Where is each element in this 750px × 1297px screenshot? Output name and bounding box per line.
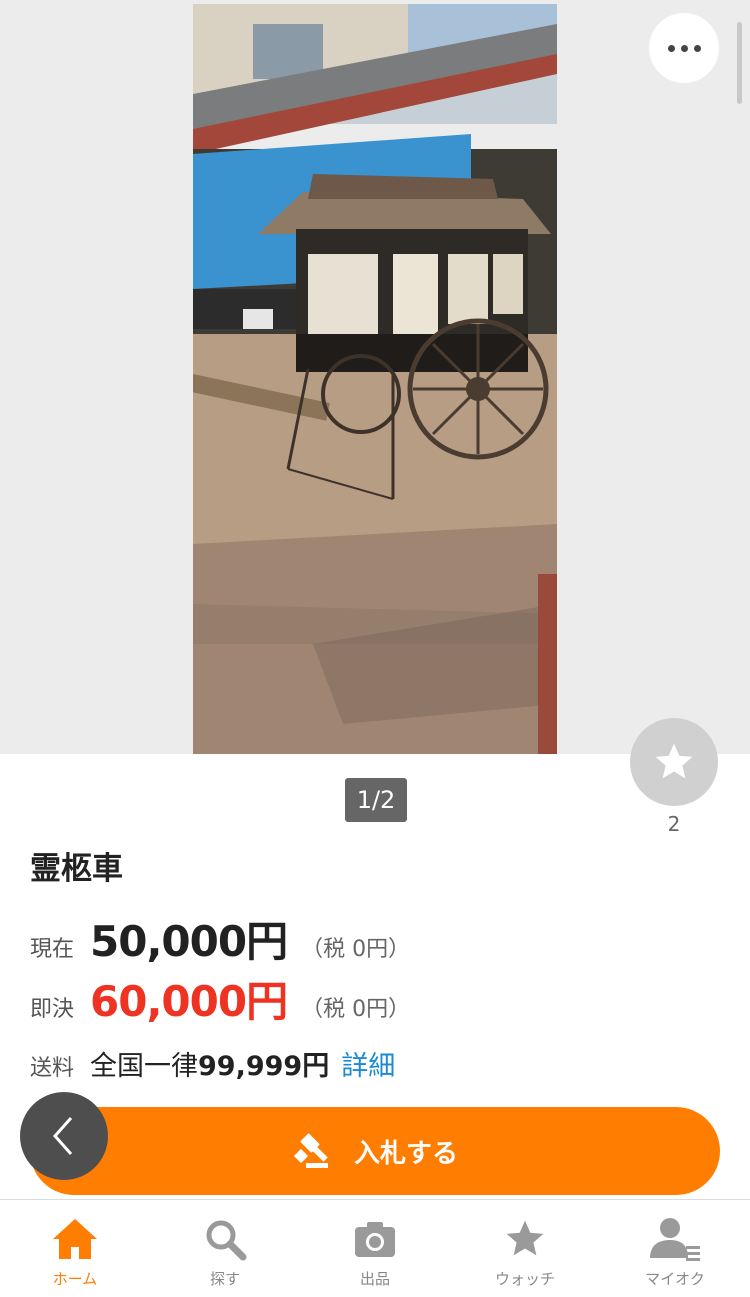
- current-price-row: 現在 50,000円 （税 0円）: [30, 908, 410, 969]
- bid-button[interactable]: 入札する: [30, 1107, 720, 1195]
- buynow-price-tax: （税 0円）: [301, 997, 411, 1022]
- back-button[interactable]: [20, 1092, 108, 1180]
- buynow-price-value: 60,000円: [90, 977, 288, 1026]
- star-icon: [655, 743, 693, 779]
- item-photo[interactable]: [193, 4, 557, 754]
- tab-home[interactable]: ホーム: [0, 1200, 150, 1297]
- tab-search[interactable]: 探す: [150, 1200, 300, 1297]
- shipping-label: 送料: [30, 1056, 75, 1081]
- tab-myauction[interactable]: マイオク: [600, 1200, 750, 1297]
- shipping-detail-link[interactable]: 詳細: [341, 1044, 395, 1083]
- image-counter: 1/2: [345, 778, 407, 822]
- tab-myauction-label: マイオク: [645, 1270, 705, 1288]
- camera-icon: [355, 1222, 395, 1257]
- tab-sell-label: 出品: [359, 1270, 390, 1288]
- star-icon: [506, 1220, 544, 1256]
- tab-watch-label: ウォッチ: [494, 1270, 555, 1288]
- current-price-tax: （税 0円）: [301, 937, 411, 962]
- tab-home-label: ホーム: [52, 1270, 98, 1288]
- bottom-tab-bar: ホーム 探す 出品 ウォッチ マイオク: [0, 1199, 750, 1297]
- more-options-button[interactable]: [649, 13, 719, 83]
- home-icon: [53, 1219, 97, 1259]
- more-dots-icon: [667, 44, 675, 52]
- shipping-value: 全国一律99,999円: [90, 1044, 329, 1083]
- search-icon: [206, 1220, 247, 1261]
- current-price-value: 50,000円: [90, 917, 288, 966]
- tab-sell[interactable]: 出品: [300, 1200, 450, 1297]
- shipping-row: 送料 全国一律99,999円 詳細: [30, 1044, 395, 1083]
- watch-button[interactable]: [630, 718, 718, 806]
- bid-button-label: 入札する: [353, 1138, 458, 1169]
- shipping-prefix: 全国一律: [90, 1051, 198, 1082]
- watch-count: 2: [667, 812, 681, 836]
- tab-search-label: 探す: [209, 1270, 240, 1288]
- scroll-indicator[interactable]: [737, 22, 742, 104]
- chevron-left-icon: [52, 1117, 73, 1155]
- user-list-icon: [650, 1218, 700, 1261]
- shipping-amount: 99,999円: [198, 1051, 330, 1082]
- buynow-price-row: 即決 60,000円 （税 0円）: [30, 968, 410, 1029]
- image-gallery[interactable]: [0, 0, 750, 754]
- buynow-price-label: 即決: [30, 997, 75, 1022]
- gavel-icon: [293, 1133, 328, 1168]
- current-price-label: 現在: [30, 937, 75, 962]
- item-title: 霊柩車: [30, 851, 123, 887]
- tab-watch[interactable]: ウォッチ: [450, 1200, 600, 1297]
